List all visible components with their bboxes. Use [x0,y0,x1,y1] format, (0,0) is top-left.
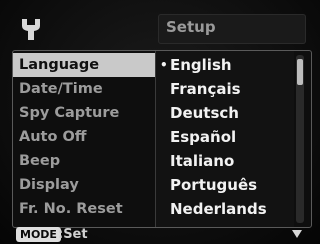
mode-button-key[interactable]: MODE [16,227,61,242]
setup-tab[interactable] [14,14,48,44]
scrollbar[interactable] [296,55,304,223]
option-espanol[interactable]: Español [156,125,294,149]
camera-screen: Setup Language Date/Time Spy Capture Aut… [0,0,320,244]
page-title: Setup [166,18,216,36]
option-deutsch[interactable]: Deutsch [156,101,294,125]
option-label: Français [170,80,241,98]
option-nederlands[interactable]: Nederlands [156,197,294,221]
option-label: Nederlands [170,200,267,218]
current-marker: • [160,58,168,72]
scroll-thumb[interactable] [297,59,303,85]
down-arrow-icon[interactable] [291,229,303,239]
menu-item-fr-no-reset[interactable]: Fr. No. Reset [13,197,155,221]
language-options: • English Français Deutsch Español Itali… [156,51,294,227]
option-label: Deutsch [170,104,239,122]
option-italiano[interactable]: Italiano [156,149,294,173]
menu-item-date-time[interactable]: Date/Time [13,77,155,101]
footer-bar: MODE :Set [0,226,320,244]
header-bar: Setup [0,0,320,50]
option-label: Português [170,176,258,194]
option-english[interactable]: • English [156,53,294,77]
menu-item-language[interactable]: Language [13,53,155,77]
wrench-icon [22,19,40,40]
page-title-box: Setup [158,14,306,44]
option-francais[interactable]: Français [156,77,294,101]
option-label: English [170,56,232,74]
menu-item-display[interactable]: Display [13,173,155,197]
set-action-label: :Set [58,227,88,242]
option-portugues[interactable]: Português [156,173,294,197]
menu-item-beep[interactable]: Beep [13,149,155,173]
menu-item-spy-capture[interactable]: Spy Capture [13,101,155,125]
settings-menu: Language Date/Time Spy Capture Auto Off … [13,51,155,227]
option-label: Español [170,128,237,146]
settings-panel: Language Date/Time Spy Capture Auto Off … [12,50,312,228]
option-label: Italiano [170,152,235,170]
menu-item-auto-off[interactable]: Auto Off [13,125,155,149]
